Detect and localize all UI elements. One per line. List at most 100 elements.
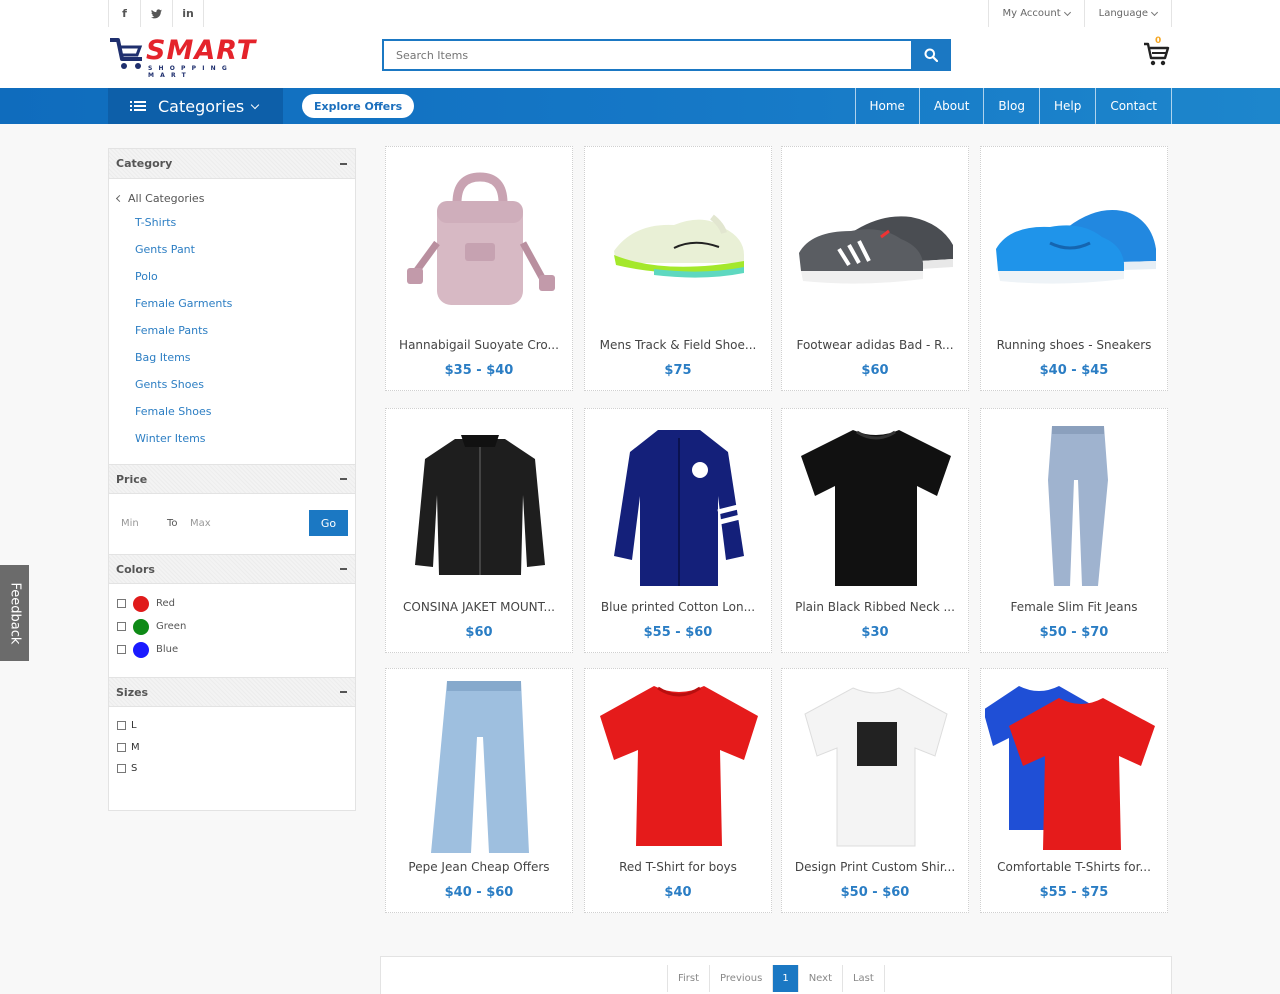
logo[interactable]: SMART SHOPPING MART [108, 35, 273, 79]
product-card[interactable]: Female Slim Fit Jeans $50 - $70 [980, 408, 1168, 653]
page-first[interactable]: First [667, 965, 709, 992]
category-section-header[interactable]: Category [109, 149, 355, 179]
product-price: $60 [861, 363, 889, 378]
twitter-icon[interactable] [140, 0, 172, 27]
product-name[interactable]: Red T-Shirt for boys [593, 860, 763, 874]
product-name[interactable]: Running shoes - Sneakers [989, 338, 1159, 352]
product-image-slim-jeans[interactable] [981, 417, 1169, 593]
product-name[interactable]: Comfortable T-Shirts for... [989, 860, 1159, 874]
product-card[interactable]: Mens Track & Field Shoe... $75 [584, 146, 772, 391]
checkbox[interactable] [117, 622, 126, 631]
product-price: $50 - $60 [840, 885, 910, 900]
category-item-female-pants[interactable]: Female Pants [109, 317, 355, 344]
page-last[interactable]: Last [841, 965, 885, 992]
product-name[interactable]: Plain Black Ribbed Neck ... [790, 600, 960, 614]
checkbox[interactable] [117, 742, 126, 752]
category-item-gents-shoes[interactable]: Gents Shoes [109, 371, 355, 398]
collapse-icon[interactable] [340, 162, 347, 165]
nav-menu: Home About Blog Help Contact [854, 88, 1172, 124]
collapse-icon[interactable] [340, 568, 347, 570]
product-image-black-tshirt[interactable] [782, 417, 970, 593]
language-dropdown[interactable]: Language [1083, 0, 1172, 27]
chevron-down-icon [1063, 8, 1071, 16]
nav-blog[interactable]: Blog [983, 88, 1039, 124]
product-name[interactable]: Hannabigail Suoyate Cro... [394, 338, 564, 352]
product-image-design-print-shirt[interactable] [782, 677, 970, 853]
category-item-winter-items[interactable]: Winter Items [109, 425, 355, 452]
nav-about[interactable]: About [918, 88, 983, 124]
nav-home[interactable]: Home [854, 88, 919, 124]
product-card[interactable]: CONSINA JAKET MOUNT... $60 [385, 408, 573, 653]
category-item-bag-items[interactable]: Bag Items [109, 344, 355, 371]
sizes-section-header[interactable]: Sizes [109, 677, 355, 707]
page-next[interactable]: Next [797, 965, 842, 992]
cart-button[interactable]: 0 [1142, 36, 1172, 69]
product-image-running-shoe[interactable] [981, 155, 1169, 331]
product-card[interactable]: Blue printed Cotton Lon... $55 - $60 [584, 408, 772, 653]
product-name[interactable]: Footwear adidas Bad - R... [790, 338, 960, 352]
category-item-female-shoes[interactable]: Female Shoes [109, 398, 355, 425]
price-section-header[interactable]: Price [109, 464, 355, 494]
product-card[interactable]: Plain Black Ribbed Neck ... $30 [781, 408, 969, 653]
product-card[interactable]: Running shoes - Sneakers $40 - $45 [980, 146, 1168, 391]
explore-offers-button[interactable]: Explore Offers [302, 94, 415, 118]
product-name[interactable]: CONSINA JAKET MOUNT... [394, 600, 564, 614]
color-option-red[interactable]: Red [117, 592, 355, 615]
search-button[interactable] [911, 39, 951, 71]
product-image-track-shoe[interactable] [585, 155, 773, 331]
color-filter-list: Red Green Blue [109, 584, 355, 677]
product-name[interactable]: Blue printed Cotton Lon... [593, 600, 763, 614]
product-name[interactable]: Mens Track & Field Shoe... [593, 338, 763, 352]
category-item-polo[interactable]: Polo [109, 263, 355, 290]
price-go-button[interactable]: Go [309, 510, 348, 536]
price-max-input[interactable]: Max [190, 518, 211, 529]
search-input[interactable] [384, 41, 909, 69]
checkbox[interactable] [117, 599, 126, 608]
category-item-female-garments[interactable]: Female Garments [109, 290, 355, 317]
colors-section-header[interactable]: Colors [109, 554, 355, 584]
product-image-tshirts-pair[interactable] [981, 677, 1169, 853]
product-card[interactable]: Comfortable T-Shirts for... $55 - $75 [980, 668, 1168, 913]
checkbox[interactable] [117, 721, 126, 731]
linkedin-icon[interactable]: in [172, 0, 204, 27]
category-item-t-shirts[interactable]: T-Shirts [109, 209, 355, 236]
size-option-s[interactable]: S [117, 758, 355, 780]
category-list: All Categories T-Shirts Gents Pant Polo … [109, 179, 355, 464]
collapse-icon[interactable] [340, 691, 347, 693]
checkbox[interactable] [117, 764, 126, 774]
product-name[interactable]: Female Slim Fit Jeans [989, 600, 1159, 614]
page-current[interactable]: 1 [772, 965, 798, 992]
nav-help[interactable]: Help [1038, 88, 1095, 124]
my-account-dropdown[interactable]: My Account [987, 0, 1084, 27]
top-bar: f in My Account Language [0, 0, 1280, 27]
product-name[interactable]: Design Print Custom Shir... [790, 860, 960, 874]
facebook-icon[interactable]: f [108, 0, 140, 27]
product-card[interactable]: Design Print Custom Shir... $50 - $60 [781, 668, 969, 913]
product-card[interactable]: Hannabigail Suoyate Cro... $35 - $40 [385, 146, 573, 391]
product-name[interactable]: Pepe Jean Cheap Offers [394, 860, 564, 874]
feedback-tab[interactable]: Feedback [0, 565, 29, 661]
color-option-blue[interactable]: Blue [117, 638, 355, 661]
category-item-gents-pant[interactable]: Gents Pant [109, 236, 355, 263]
product-card[interactable]: Pepe Jean Cheap Offers $40 - $60 [385, 668, 573, 913]
price-min-input[interactable]: Min [121, 518, 139, 529]
size-option-l[interactable]: L [117, 715, 355, 737]
collapse-icon[interactable] [340, 478, 347, 480]
product-card[interactable]: Footwear adidas Bad - R... $60 [781, 146, 969, 391]
product-image-jacket[interactable] [386, 417, 574, 593]
product-image-blue-jacket[interactable] [585, 417, 773, 593]
size-option-m[interactable]: M [117, 737, 355, 759]
all-categories-link[interactable]: All Categories [109, 187, 355, 209]
main-nav: Categories Explore Offers Home About Blo… [0, 88, 1280, 124]
product-card[interactable]: Red T-Shirt for boys $40 [584, 668, 772, 913]
filter-sidebar: Category All Categories T-Shirts Gents P… [108, 148, 356, 811]
nav-contact[interactable]: Contact [1095, 88, 1172, 124]
product-image-red-tshirt[interactable] [585, 677, 773, 853]
product-image-adidas-shoe[interactable] [782, 155, 970, 331]
product-image-pepe-jeans[interactable] [386, 677, 574, 853]
page-previous[interactable]: Previous [709, 965, 772, 992]
checkbox[interactable] [117, 645, 126, 654]
product-image-bag[interactable] [386, 155, 574, 331]
color-option-green[interactable]: Green [117, 615, 355, 638]
categories-menu-button[interactable]: Categories [108, 88, 283, 124]
